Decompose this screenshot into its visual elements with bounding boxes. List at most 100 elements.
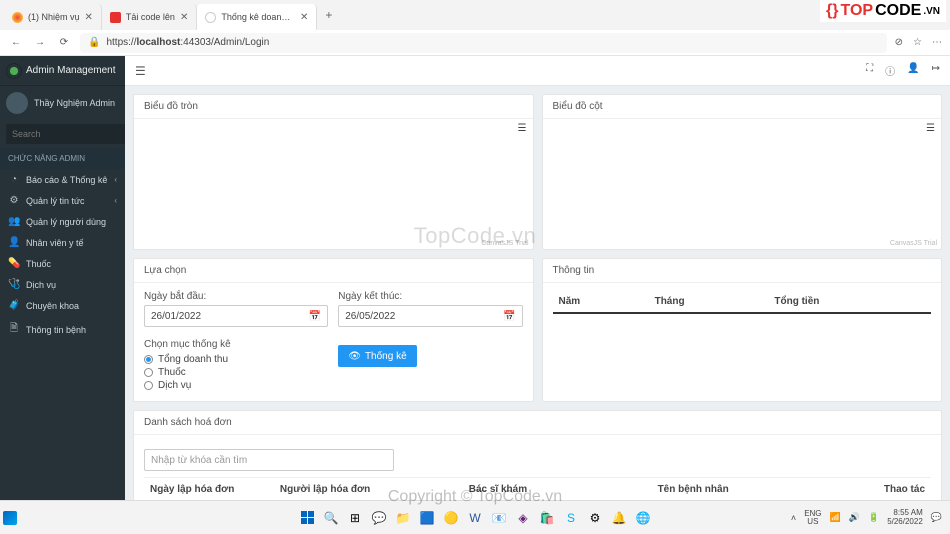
trial-watermark: CanvasJS Trial <box>890 240 937 247</box>
chat-icon[interactable]: 💬 <box>370 509 388 527</box>
topbar: ☰ ⛶ ⓘ 👤 ↦ <box>125 56 950 86</box>
trial-watermark: CanvasJS Trial <box>481 240 528 247</box>
favorites-icon[interactable]: ☆ <box>913 37 922 48</box>
user-plus-icon[interactable]: 👤 <box>907 63 919 78</box>
sidebar-item-staff[interactable]: 👤 Nhân viên y tế <box>0 232 125 253</box>
eye-icon: 👁 <box>348 351 361 362</box>
chevron-left-icon: ‹ <box>114 196 117 205</box>
avatar <box>6 92 28 114</box>
sidebar-item-news[interactable]: ⚙Quản lý tin tức‹ <box>0 190 125 211</box>
gear-icon: ⚙ <box>8 195 20 206</box>
user-icon: 👤 <box>8 237 20 248</box>
radio-service[interactable]: Dịch vụ <box>144 380 328 391</box>
close-icon[interactable]: ✕ <box>180 12 188 23</box>
volume-icon[interactable]: 🔊 <box>849 512 860 523</box>
panel-pie-chart: Biểu đồ tròn ☰ CanvasJS Trial <box>133 94 534 250</box>
sidebar-user[interactable]: Thầy Nghiệm Admin <box>0 86 125 120</box>
radio-icon <box>144 355 153 364</box>
app-icon[interactable]: 🔔 <box>610 509 628 527</box>
address-bar[interactable]: 🔒 https://localhost:44303/Admin/Login <box>80 33 887 53</box>
user-name: Thầy Nghiệm Admin <box>34 98 115 108</box>
calendar-icon[interactable]: 📅 <box>309 311 321 322</box>
settings-icon[interactable]: ⚙ <box>586 509 604 527</box>
tray-chevron-icon[interactable]: ˄ <box>791 513 796 523</box>
copilot-icon[interactable] <box>3 511 17 525</box>
sidebar-item-service[interactable]: 🩺Dịch vụ <box>0 274 125 295</box>
chart-menu-icon[interactable]: ☰ <box>926 123 935 134</box>
back-button[interactable]: ← <box>8 37 24 48</box>
start-date-input[interactable]: 26/01/2022 📅 <box>144 305 328 327</box>
sidebar-item-label: Báo cáo & Thống kê <box>26 175 107 185</box>
menu-icon[interactable]: ⋯ <box>932 37 942 48</box>
invoice-search-input[interactable]: Nhập từ khóa cần tìm <box>144 449 394 471</box>
edge-icon[interactable]: 🟦 <box>418 509 436 527</box>
store-icon[interactable]: 🛍️ <box>538 509 556 527</box>
sidebar-item-reports[interactable]: ◔Báo cáo & Thống kê‹ <box>0 169 125 190</box>
new-tab-button[interactable]: + <box>317 8 340 22</box>
radio-icon <box>144 368 153 377</box>
chevron-left-icon: ‹ <box>114 175 117 184</box>
app-logo-icon <box>6 63 22 79</box>
button-label: Thống kê <box>365 351 407 362</box>
radio-medicine[interactable]: Thuốc <box>144 367 328 378</box>
lock-icon: 🔒 <box>88 37 100 48</box>
skype-icon[interactable]: S <box>562 509 580 527</box>
visual-studio-icon[interactable]: ◈ <box>514 509 532 527</box>
col-patient: Tên bệnh nhân <box>652 484 841 495</box>
info-icon[interactable]: ⓘ <box>885 63 895 78</box>
not-synced-icon[interactable]: ⊘ <box>895 37 903 48</box>
col-invoice-date: Ngày lập hóa đơn <box>144 484 274 495</box>
tab-favicon <box>205 12 216 23</box>
close-icon[interactable]: ✕ <box>300 12 308 23</box>
sidebar-item-label: Nhân viên y tế <box>26 238 84 248</box>
sidebar-item-disease[interactable]: 🗎Thông tin bệnh <box>0 316 125 343</box>
search-icon[interactable]: 🔍 <box>322 509 340 527</box>
end-date-input[interactable]: 26/05/2022 📅 <box>338 305 522 327</box>
start-button[interactable] <box>298 509 316 527</box>
close-icon[interactable]: ✕ <box>85 12 93 23</box>
browser-tab-1[interactable]: (1) Nhiệm vụ ✕ <box>4 4 102 30</box>
panel-title: Biểu đồ tròn <box>144 101 198 112</box>
sidebar: Admin Management Thầy Nghiệm Admin 🔍 CHỨ… <box>0 56 125 500</box>
word-icon[interactable]: W <box>466 509 484 527</box>
fullscreen-icon[interactable]: ⛶ <box>866 63 873 78</box>
wifi-icon[interactable]: 📶 <box>830 512 841 523</box>
panel-title: Biểu đồ cột <box>553 101 603 112</box>
stat-button[interactable]: 👁 Thống kê <box>338 345 416 367</box>
search-input[interactable] <box>6 124 135 144</box>
panel-title: Danh sách hoá đơn <box>144 417 232 428</box>
hamburger-icon[interactable]: ☰ <box>135 64 146 78</box>
stat-category-label: Chọn mục thống kê <box>144 339 328 350</box>
app-icon-2[interactable]: 🌐 <box>634 509 652 527</box>
task-view-icon[interactable]: ⊞ <box>346 509 364 527</box>
battery-icon[interactable]: 🔋 <box>868 512 879 523</box>
tab-favicon <box>12 12 23 23</box>
forward-button[interactable]: → <box>32 37 48 48</box>
sidebar-item-label: Quản lý người dùng <box>26 217 106 227</box>
pill-icon: 💊 <box>8 258 20 269</box>
radio-label: Tổng doanh thu <box>158 354 228 365</box>
browser-tab-strip: (1) Nhiệm vụ ✕ Tải code lên ✕ Thống kê d… <box>0 0 950 30</box>
notifications-icon[interactable]: 💬 <box>931 512 942 523</box>
sidebar-item-medicine[interactable]: 💊Thuốc <box>0 253 125 274</box>
tab-favicon <box>110 12 121 23</box>
placeholder-text: Nhập từ khóa cần tìm <box>151 455 247 466</box>
windows-taskbar: 🔍 ⊞ 💬 📁 🟦 🟡 W 📧 ◈ 🛍️ S ⚙ 🔔 🌐 ˄ ENGUS 📶 🔊… <box>0 500 950 534</box>
reload-button[interactable]: ⟳ <box>56 37 72 48</box>
file-explorer-icon[interactable]: 📁 <box>394 509 412 527</box>
info-table: Năm Tháng Tổng tiền <box>553 291 932 314</box>
calendar-icon[interactable]: 📅 <box>503 311 515 322</box>
sidebar-item-specialty[interactable]: 🧳Chuyên khoa <box>0 295 125 316</box>
sidebar-item-users[interactable]: 👥Quản lý người dùng <box>0 211 125 232</box>
language-indicator[interactable]: ENGUS <box>804 510 821 526</box>
radio-total-revenue[interactable]: Tổng doanh thu <box>144 354 328 365</box>
panel-info: Thông tin Năm Tháng Tổng tiền <box>542 258 943 402</box>
browser-tab-2[interactable]: Tải code lên ✕ <box>102 4 197 30</box>
browser-tab-3[interactable]: Thống kê doanh thu ✕ <box>197 4 317 30</box>
chrome-icon[interactable]: 🟡 <box>442 509 460 527</box>
logout-icon[interactable]: ↦ <box>932 63 940 78</box>
date-value: 26/05/2022 <box>345 311 395 322</box>
clock[interactable]: 8:55 AM 5/26/2022 <box>887 509 923 527</box>
chart-menu-icon[interactable]: ☰ <box>518 123 527 134</box>
outlook-icon[interactable]: 📧 <box>490 509 508 527</box>
